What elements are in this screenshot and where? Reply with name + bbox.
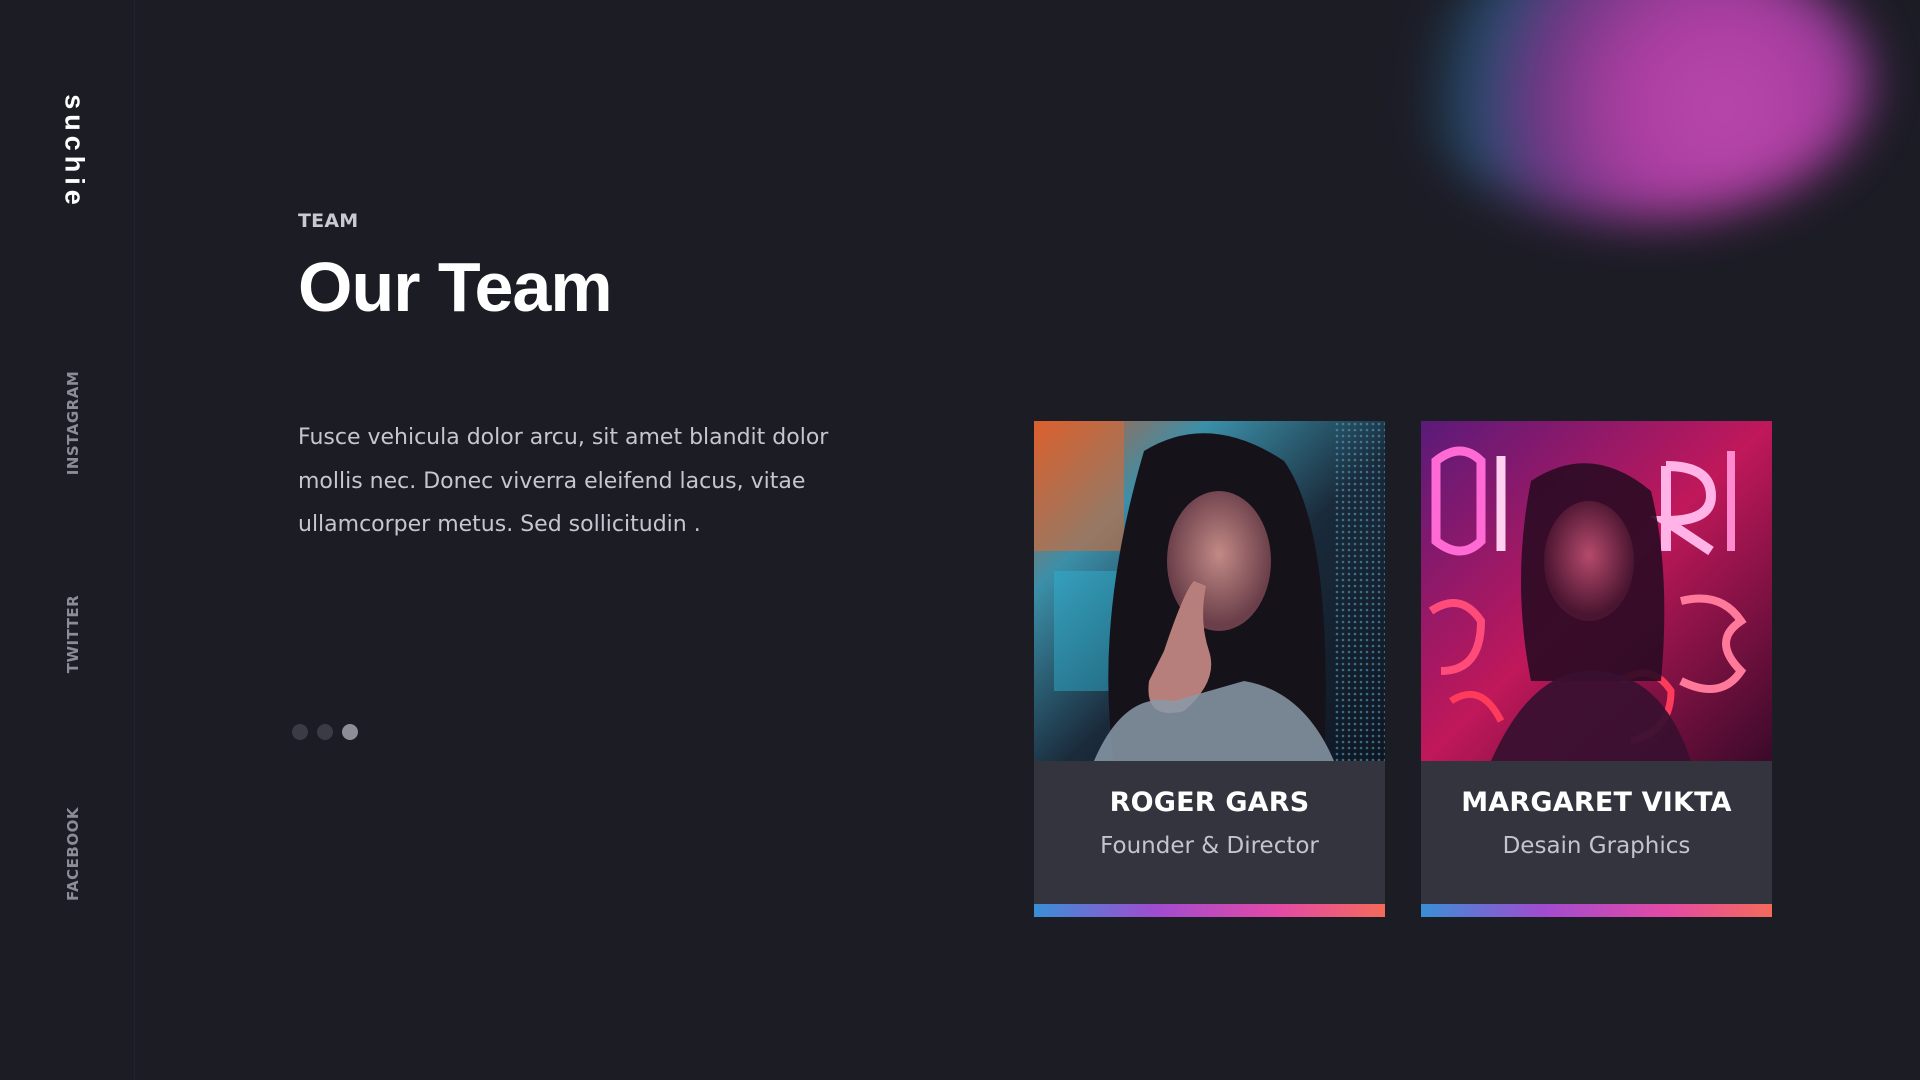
section-description: Fusce vehicula dolor arcu, sit amet blan… bbox=[298, 425, 829, 537]
team-card[interactable]: MARGARET VIKTA Desain Graphics bbox=[1421, 421, 1772, 917]
instagram-link[interactable]: INSTAGRAM bbox=[64, 371, 82, 476]
member-role: Desain Graphics bbox=[1502, 833, 1691, 859]
facebook-link[interactable]: FACEBOOK bbox=[64, 807, 82, 901]
team-card[interactable]: ROGER GARS Founder & Director bbox=[1034, 421, 1385, 917]
brand-logo[interactable]: suchie bbox=[59, 94, 90, 210]
sidebar: suchie INSTAGRAM TWITTER FACEBOOK bbox=[0, 0, 135, 1080]
card-accent-bar bbox=[1421, 904, 1772, 917]
team-member-photo bbox=[1421, 421, 1772, 761]
member-name: ROGER GARS bbox=[1109, 787, 1310, 818]
twitter-link[interactable]: TWITTER bbox=[64, 595, 82, 673]
pagination-dot-active[interactable] bbox=[342, 724, 358, 740]
section-eyebrow: TEAM bbox=[298, 210, 359, 232]
pagination-dot[interactable] bbox=[292, 724, 308, 740]
portrait-image bbox=[1421, 421, 1772, 761]
pagination-dot[interactable] bbox=[317, 724, 333, 740]
team-member-photo bbox=[1034, 421, 1385, 761]
member-name: MARGARET VIKTA bbox=[1461, 787, 1732, 818]
member-role: Founder & Director bbox=[1100, 833, 1319, 859]
team-page: suchie INSTAGRAM TWITTER FACEBOOK TEAM O… bbox=[0, 0, 1920, 1080]
pagination-dots bbox=[292, 724, 358, 740]
decorative-gradient-blob bbox=[1410, 0, 1870, 220]
page-title: Our Team bbox=[298, 248, 613, 326]
portrait-image bbox=[1034, 421, 1385, 761]
card-accent-bar bbox=[1034, 904, 1385, 917]
